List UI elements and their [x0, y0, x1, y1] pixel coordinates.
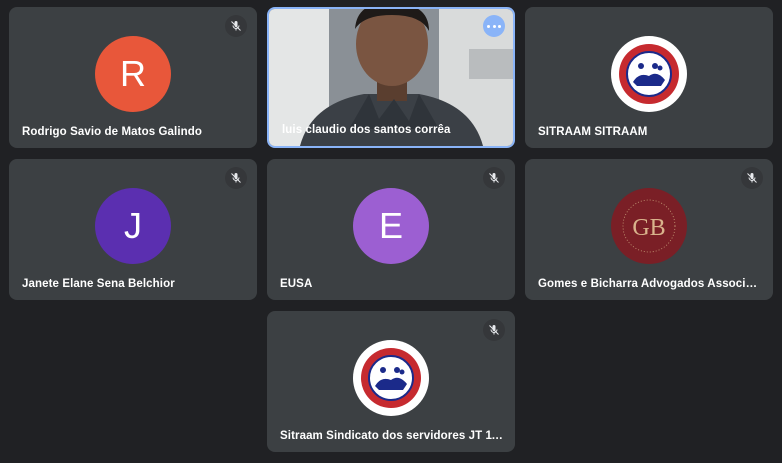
participant-name: luis claudio dos santos corrêa: [282, 124, 451, 136]
mic-off-icon: [483, 167, 505, 189]
sitraam-logo: [353, 340, 429, 416]
participant-tile-gomes-bicharra[interactable]: GB Gomes e Bicharra Advogados Associados: [525, 159, 773, 300]
participant-tile-janete[interactable]: J Janete Elane Sena Belchior: [9, 159, 257, 300]
participant-name: Rodrigo Savio de Matos Galindo: [22, 126, 202, 138]
mic-off-icon: [741, 167, 763, 189]
participant-tile-rodrigo[interactable]: R Rodrigo Savio de Matos Galindo: [9, 7, 257, 148]
svg-text:GB: GB: [632, 215, 665, 241]
participant-name: SITRAAM SITRAAM: [538, 126, 648, 138]
participant-name: Janete Elane Sena Belchior: [22, 278, 175, 290]
avatar: E: [353, 188, 429, 264]
avatar: R: [95, 36, 171, 112]
participant-tile-luis[interactable]: luis claudio dos santos corrêa: [267, 7, 515, 148]
gb-logo: GB: [611, 188, 687, 264]
participant-tile-sitraam-sindicato[interactable]: Sitraam Sindicato dos servidores JT 11 e: [267, 311, 515, 452]
participant-name: Sitraam Sindicato dos servidores JT 11 e: [280, 430, 503, 442]
mic-off-icon: [225, 15, 247, 37]
more-options-button[interactable]: [483, 15, 505, 37]
avatar: J: [95, 188, 171, 264]
participant-tile-eusa[interactable]: E EUSA: [267, 159, 515, 300]
mic-off-icon: [483, 319, 505, 341]
participant-name: EUSA: [280, 278, 313, 290]
mic-off-icon: [225, 167, 247, 189]
sitraam-logo: [611, 36, 687, 112]
participant-tile-sitraam[interactable]: SITRAAM SITRAAM: [525, 7, 773, 148]
participant-name: Gomes e Bicharra Advogados Associados: [538, 278, 761, 290]
